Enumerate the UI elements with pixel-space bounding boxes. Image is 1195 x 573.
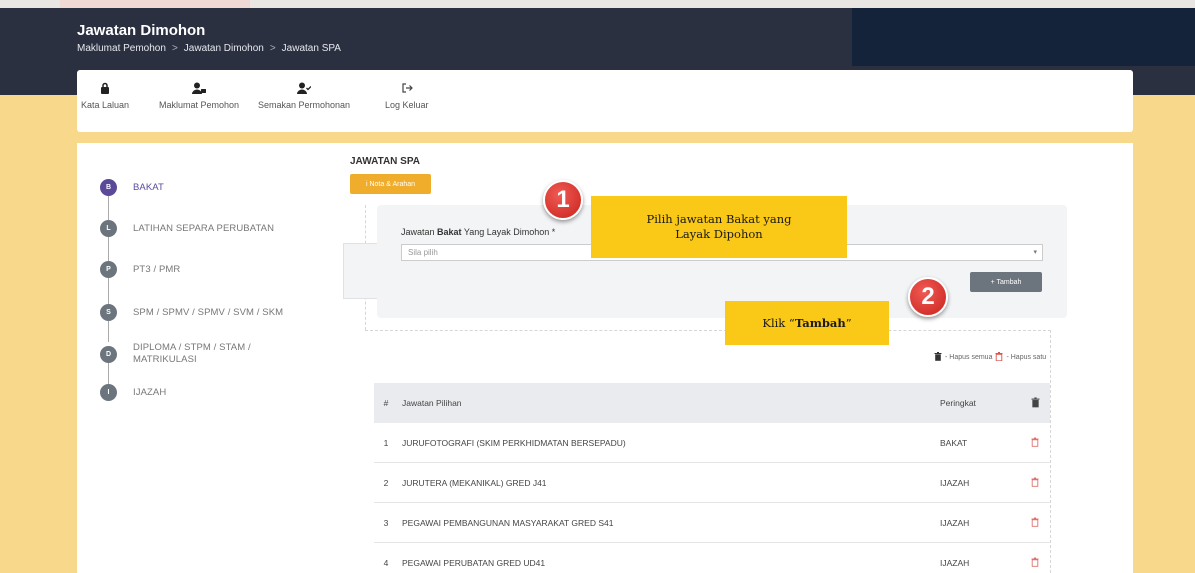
row-name: JURUFOTOGRAFI (SKIM PERKHIDMATAN BERSEPA… [402,437,626,448]
stepper-line [108,278,109,304]
form-side-panel [343,243,379,299]
trash-icon [995,352,1003,363]
row-rank: IJAZAH [940,477,970,488]
lock-icon [100,82,110,98]
nav-item-maklumat-pemohon[interactable]: Maklumat Pemohon [159,82,239,110]
row-num: 4 [383,557,389,568]
row-name: PEGAWAI PERUBATAN GRED UD41 [402,557,546,568]
row-name: JURUTERA (MEKANIKAL) GRED J41 [402,477,547,488]
col-num-header: # [383,398,389,408]
nav-label: Semakan Permohonan [258,100,351,110]
stepper-line [108,237,109,261]
table-row: 2 JURUTERA (MEKANIKAL) GRED J41 IJAZAH [374,463,1050,503]
step-label: IJAZAH [133,386,167,398]
callout2-bold: Tambah [794,315,846,330]
col-name-header: Jawatan Pilihan [402,398,462,408]
nota-arahan-button[interactable]: i Nota & Arahan [350,174,431,194]
table-row: 3 PEGAWAI PEMBANGUNAN MASYARAKAT GRED S4… [374,503,1050,543]
section-title: JAWATAN SPA [350,156,421,167]
field-label: Jawatan Bakat Yang Layak Dimohon * [401,227,555,237]
row-name: PEGAWAI PEMBANGUNAN MASYARAKAT GRED S41 [402,517,614,528]
breadcrumb: Maklumat Pemohon > Jawatan Dimohon > Jaw… [77,43,341,54]
step-label: BAKAT [133,181,164,193]
callout2-pre: Klik “ [762,315,795,330]
breadcrumb-item-jawatan-spa: Jawatan SPA [281,43,341,54]
trash-icon [934,352,942,363]
page-title: Jawatan Dimohon [77,22,206,39]
step-diploma[interactable]: D DIPLOMA / STPM / STAM / MATRIKULASI [100,342,251,366]
delete-all-icon[interactable] [1020,396,1050,410]
hapus-satu-label: - Hapus satu [1006,354,1047,361]
logout-icon [401,82,413,98]
breadcrumb-separator: > [171,43,178,54]
nav-item-log-keluar[interactable]: Log Keluar [385,82,429,110]
row-rank: IJAZAH [940,517,970,528]
step-label: PT3 / PMR [133,263,181,275]
step-label: SPM / SPMV / SPMV / SVM / SKM [133,306,284,318]
nav-item-kata-laluan[interactable]: Kata Laluan [81,82,129,110]
jawatan-table: # Jawatan Pilihan Peringkat 1 JURUFOTOGR… [374,383,1050,573]
step-pt3-pmr[interactable]: P PT3 / PMR [100,261,180,278]
stepper-line [108,321,109,342]
user-card-icon [192,82,207,98]
annotation-badge-1: 1 [543,180,583,220]
step-dot: P [100,261,117,278]
delete-row-icon[interactable] [1020,437,1050,449]
breadcrumb-item-jawatan-dimohon[interactable]: Jawatan Dimohon [184,43,264,54]
annotation-callout-1: Pilih jawatan Bakat yang Layak Dipohon [591,196,847,258]
annotation-badge-2: 2 [908,277,948,317]
caret-down-icon: ▾ [1033,249,1037,256]
callout2-post: ” [845,315,852,330]
field-label-post: Yang Layak Dimohon * [461,227,556,237]
step-dot: B [100,179,117,196]
field-label-pre: Jawatan [401,227,438,237]
nav-item-semakan-permohonan[interactable]: Semakan Permohonan [258,82,350,110]
step-latihan-separa-perubatan[interactable]: L LATIHAN SEPARA PERUBATAN [100,220,274,237]
row-num: 2 [383,477,389,488]
callout-text: Pilih jawatan Bakat yang Layak Dipohon [646,212,791,242]
row-rank: IJAZAH [940,557,970,568]
step-label-line2: MATRIKULASI [133,354,197,365]
nav-card: Kata Laluan Maklumat Pemohon Semakan Per… [77,70,1133,132]
step-label: LATIHAN SEPARA PERUBATAN [133,222,275,234]
nav-label: Log Keluar [385,100,429,110]
table-row: 4 PEGAWAI PERUBATAN GRED UD41 IJAZAH [374,543,1050,573]
field-label-bold: Bakat [437,227,462,237]
step-dot: L [100,220,117,237]
table-row: 1 JURUFOTOGRAFI (SKIM PERKHIDMATAN BERSE… [374,423,1050,463]
step-dot: D [100,345,117,363]
delete-row-icon[interactable] [1020,557,1050,569]
nav-label: Maklumat Pemohon [159,100,240,110]
table-header: # Jawatan Pilihan Peringkat [374,383,1050,423]
step-label-line1: DIPLOMA / STPM / STAM / [133,342,251,353]
row-num: 1 [383,437,389,448]
step-ijazah[interactable]: I IJAZAH [100,384,166,401]
step-label: DIPLOMA / STPM / STAM / MATRIKULASI [133,342,251,366]
callout-line1: Pilih jawatan Bakat yang [646,212,792,226]
annotation-callout-2: Klik “Tambah” [725,301,889,345]
delete-row-icon[interactable] [1020,517,1050,529]
stepper-line [108,196,109,220]
col-rank-header: Peringkat [940,398,976,408]
callout-text: Klik “Tambah” [762,316,851,331]
step-bakat[interactable]: B BAKAT [100,179,164,196]
top-strip [0,0,1195,8]
row-num: 3 [383,517,389,528]
step-spm[interactable]: S SPM / SPMV / SPMV / SVM / SKM [100,304,283,321]
delete-row-icon[interactable] [1020,477,1050,489]
tambah-button[interactable]: + Tambah [970,272,1042,292]
top-strip-deco [60,0,250,8]
hapus-legend: - Hapus semua - Hapus satu [934,352,1046,363]
header-dark-panel [852,8,1195,66]
breadcrumb-item-maklumat-pemohon[interactable]: Maklumat Pemohon [77,43,166,54]
breadcrumb-separator: > [269,43,276,54]
callout-line2: Layak Dipohon [675,227,763,241]
select-placeholder: Sila pilih [408,248,438,257]
step-dot: S [100,304,117,321]
user-check-icon [297,82,312,98]
hapus-semua-label: - Hapus semua [945,354,993,361]
step-dot: I [100,384,117,401]
nav-label: Kata Laluan [81,100,130,110]
row-rank: BAKAT [940,437,968,448]
